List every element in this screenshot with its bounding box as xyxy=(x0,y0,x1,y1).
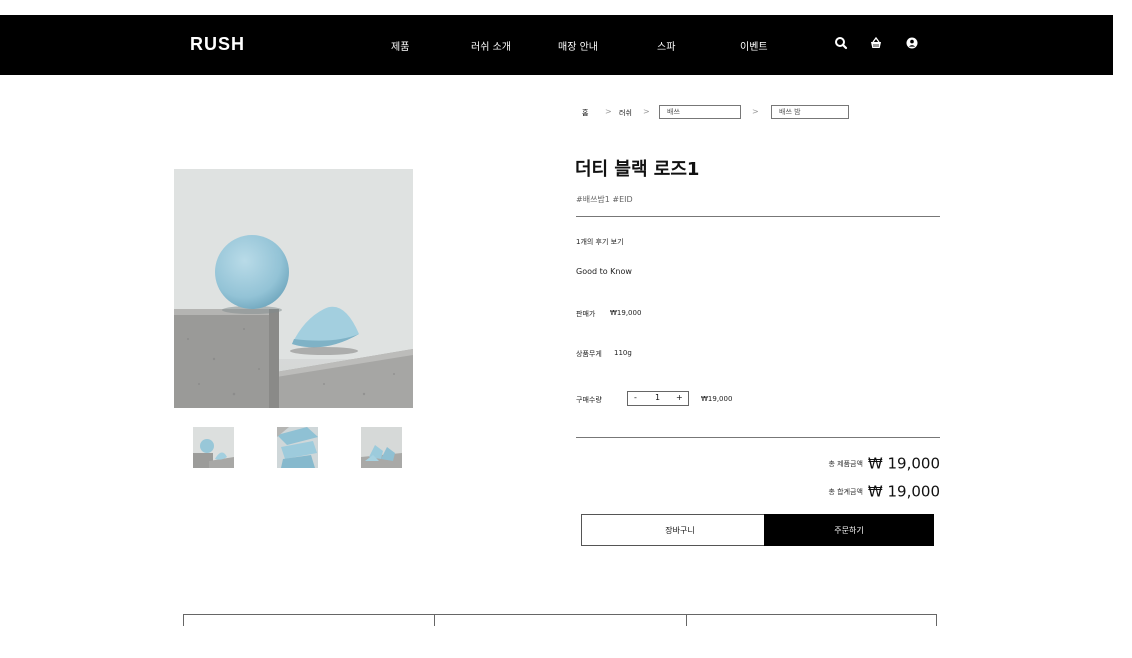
quantity-decrease-button[interactable]: - xyxy=(634,393,637,402)
user-icon[interactable] xyxy=(904,35,920,51)
detail-tab-divider xyxy=(686,614,687,626)
detail-tab-divider xyxy=(936,614,937,626)
good-to-know-text: Good to Know xyxy=(576,267,632,276)
breadcrumb-subcategory-select[interactable]: 배쓰 밤 xyxy=(771,105,849,119)
breadcrumb-separator: > xyxy=(643,107,650,116)
order-button[interactable]: 주문하기 xyxy=(764,514,934,546)
grand-total-label: 총 합계금액 xyxy=(828,487,863,496)
product-thumbnail-3[interactable] xyxy=(361,427,402,468)
nav-item-products[interactable]: 제품 xyxy=(391,38,409,53)
price-value: ₩19,000 xyxy=(610,309,642,317)
basket-icon[interactable] xyxy=(868,35,884,51)
quantity-label: 구매수량 xyxy=(576,396,602,404)
nav-item-stores[interactable]: 매장 안내 xyxy=(558,38,598,53)
quantity-line-price: ₩19,000 xyxy=(701,395,733,403)
nav-item-about[interactable]: 러쉬 소개 xyxy=(471,38,511,53)
detail-tab-divider xyxy=(434,614,435,626)
quantity-increase-button[interactable]: + xyxy=(676,393,683,402)
grand-total-row: 총 합계금액 ₩ 19,000 xyxy=(828,481,940,501)
price-label: 판매가 xyxy=(576,310,596,318)
breadcrumb-category-select[interactable]: 배쓰 xyxy=(659,105,741,119)
product-title: 더티 블랙 로즈1 xyxy=(575,159,700,180)
nav-item-spa[interactable]: 스파 xyxy=(657,38,675,53)
brand-logo[interactable]: RUSH xyxy=(190,34,245,55)
nav-item-events[interactable]: 이벤트 xyxy=(740,38,768,53)
divider xyxy=(576,216,940,217)
quantity-stepper: - 1 + xyxy=(627,391,689,406)
weight-label: 상품무게 xyxy=(576,350,602,358)
product-main-image xyxy=(174,169,413,408)
quantity-value[interactable]: 1 xyxy=(655,393,660,402)
review-link[interactable]: 1개의 후기 보기 xyxy=(576,237,624,247)
divider xyxy=(576,437,940,438)
add-to-cart-button[interactable]: 장바구니 xyxy=(581,514,779,546)
top-navigation-bar: RUSH 제품 러쉬 소개 매장 안내 스파 이벤트 xyxy=(0,15,1113,75)
breadcrumb-separator: > xyxy=(752,107,759,116)
weight-value: 110g xyxy=(614,349,632,357)
detail-tabs-border xyxy=(183,614,937,615)
product-thumbnail-1[interactable] xyxy=(193,427,234,468)
detail-tab-divider xyxy=(183,614,184,626)
product-total-value: ₩ 19,000 xyxy=(867,454,940,473)
product-thumbnail-2[interactable] xyxy=(277,427,318,468)
product-tags: #배쓰밤1 #EID xyxy=(576,195,633,204)
breadcrumb-home[interactable]: 홈 xyxy=(582,108,588,118)
grand-total-value: ₩ 19,000 xyxy=(867,482,940,501)
product-total-row: 총 제품금액 ₩ 19,000 xyxy=(828,453,940,473)
search-icon[interactable] xyxy=(833,35,849,51)
product-total-label: 총 제품금액 xyxy=(828,459,863,468)
breadcrumb-lush[interactable]: 러쉬 xyxy=(619,108,632,118)
breadcrumb-separator: > xyxy=(605,107,612,116)
